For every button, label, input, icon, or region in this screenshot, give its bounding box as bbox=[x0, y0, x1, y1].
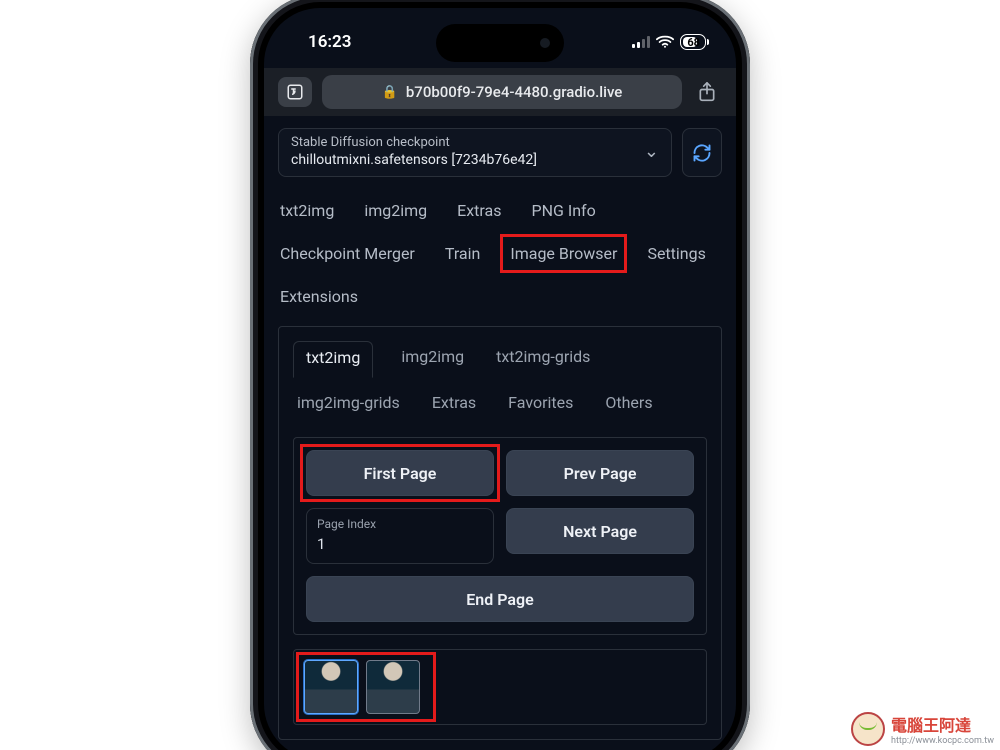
tab-img2img[interactable]: img2img bbox=[362, 195, 429, 226]
subtab-img2img[interactable]: img2img bbox=[397, 341, 468, 377]
translate-button[interactable] bbox=[278, 77, 312, 107]
next-page-button[interactable]: Next Page bbox=[506, 508, 694, 554]
checkpoint-value: chilloutmixni.safetensors [7234b76e42] bbox=[291, 152, 537, 168]
tab-checkpoint-merger[interactable]: Checkpoint Merger bbox=[278, 238, 417, 269]
page-index-value: 1 bbox=[317, 535, 483, 553]
thumbnail-grid bbox=[293, 649, 707, 725]
cellular-signal-icon bbox=[632, 36, 650, 48]
tab-image-browser[interactable]: Image Browser bbox=[508, 238, 619, 269]
status-time: 16:23 bbox=[308, 32, 351, 52]
wifi-icon bbox=[656, 35, 674, 49]
mascot-icon bbox=[851, 712, 885, 746]
page-index-label: Page Index bbox=[317, 517, 483, 531]
watermark-url: http://www.kocpc.com.tw bbox=[891, 736, 994, 746]
thumbnail-1[interactable] bbox=[304, 660, 358, 714]
page-index-field[interactable]: Page Index 1 bbox=[306, 508, 494, 564]
subtab-extras[interactable]: Extras bbox=[428, 387, 480, 422]
browser-navbar: 🔒 b70b00f9-79e4-4480.gradio.live bbox=[264, 68, 736, 116]
tab-txt2img[interactable]: txt2img bbox=[278, 195, 336, 226]
watermark-title: 電腦王阿達 bbox=[891, 716, 971, 735]
tab-train[interactable]: Train bbox=[443, 238, 483, 269]
battery-percent: 68 bbox=[685, 36, 702, 49]
main-tabs: txt2img img2img Extras PNG Info Checkpoi… bbox=[278, 195, 722, 312]
browser-subtabs: txt2img img2img txt2img-grids img2img-gr… bbox=[293, 327, 707, 423]
image-browser-panel: txt2img img2img txt2img-grids img2img-gr… bbox=[278, 326, 722, 740]
end-page-button[interactable]: End Page bbox=[306, 576, 694, 622]
dynamic-island bbox=[436, 24, 564, 62]
subtab-favorites[interactable]: Favorites bbox=[504, 387, 577, 422]
first-page-button[interactable]: First Page bbox=[306, 450, 494, 496]
tab-extras[interactable]: Extras bbox=[455, 195, 503, 226]
gradio-app: Stable Diffusion checkpoint chilloutmixn… bbox=[264, 116, 736, 750]
refresh-checkpoints-button[interactable] bbox=[682, 128, 722, 177]
thumbnail-2[interactable] bbox=[366, 660, 420, 714]
address-bar[interactable]: 🔒 b70b00f9-79e4-4480.gradio.live bbox=[322, 75, 682, 109]
checkpoint-label: Stable Diffusion checkpoint bbox=[291, 135, 537, 150]
subtab-others[interactable]: Others bbox=[601, 387, 656, 422]
chevron-down-icon: ⌄ bbox=[636, 141, 659, 162]
lock-icon: 🔒 bbox=[382, 85, 398, 100]
subtab-txt2img-grids[interactable]: txt2img-grids bbox=[492, 341, 594, 377]
battery-icon: 68 bbox=[680, 34, 706, 50]
url-text: b70b00f9-79e4-4480.gradio.live bbox=[406, 83, 622, 101]
tab-extensions[interactable]: Extensions bbox=[278, 281, 360, 312]
prev-page-button[interactable]: Prev Page bbox=[506, 450, 694, 496]
subtab-txt2img[interactable]: txt2img bbox=[293, 341, 373, 378]
source-watermark: 電腦王阿達 http://www.kocpc.com.tw bbox=[851, 712, 994, 746]
iphone-frame: 16:23 68 bbox=[250, 0, 750, 750]
subtab-img2img-grids[interactable]: img2img-grids bbox=[293, 387, 404, 422]
tab-png-info[interactable]: PNG Info bbox=[529, 195, 597, 226]
pager-controls: First Page Prev Page Page Index 1 Next P… bbox=[293, 437, 707, 635]
share-button[interactable] bbox=[692, 81, 722, 103]
checkpoint-dropdown[interactable]: Stable Diffusion checkpoint chilloutmixn… bbox=[278, 128, 672, 177]
tab-settings[interactable]: Settings bbox=[645, 238, 707, 269]
